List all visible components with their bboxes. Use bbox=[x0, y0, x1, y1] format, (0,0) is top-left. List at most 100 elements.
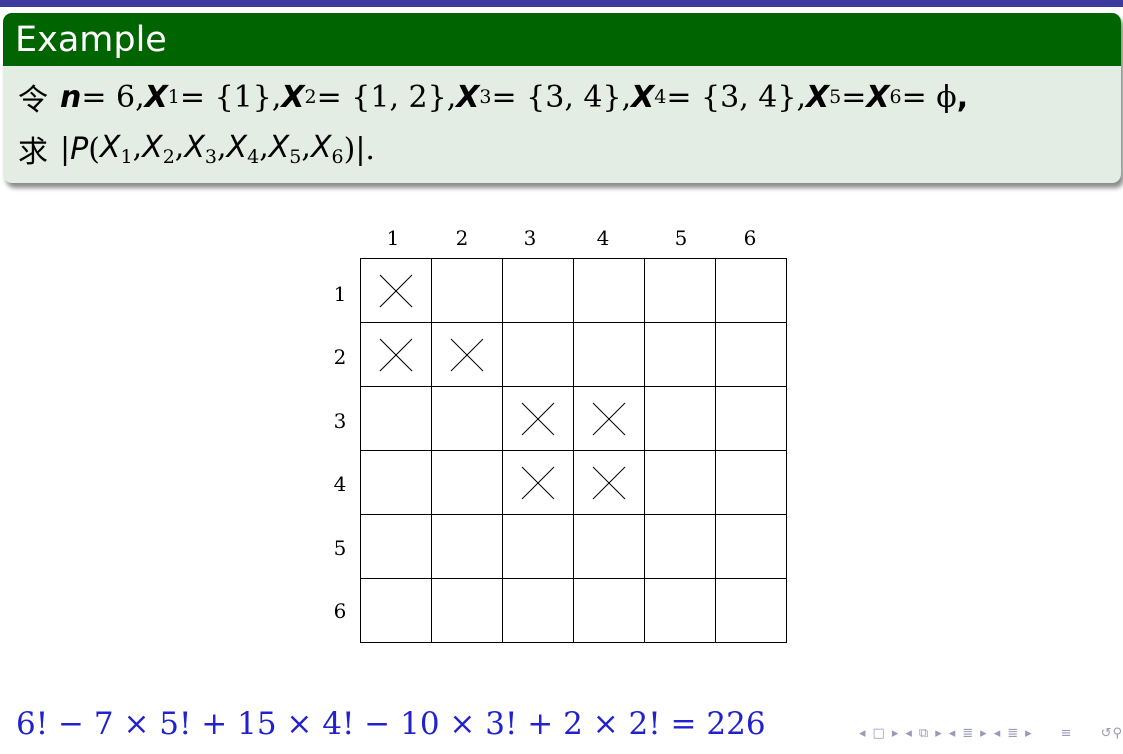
prev-subsection-icon[interactable]: ◂ bbox=[905, 726, 913, 741]
board-row bbox=[360, 386, 787, 451]
forbidden-cell bbox=[573, 386, 645, 451]
argument-separator: , bbox=[132, 130, 143, 165]
set-x2: X bbox=[281, 79, 305, 115]
section-icon[interactable]: ≣ bbox=[962, 726, 974, 741]
row-label: 6 bbox=[333, 599, 347, 623]
row-label: 2 bbox=[333, 345, 347, 369]
board-cell bbox=[360, 386, 432, 451]
set-x4-value: = {3, 4}, bbox=[666, 79, 806, 115]
prev-slide-icon[interactable]: ◂ bbox=[994, 726, 1002, 741]
board-row bbox=[360, 514, 787, 579]
column-label: 1 bbox=[386, 226, 400, 250]
board-cell bbox=[644, 258, 716, 323]
set-x5: X bbox=[806, 79, 830, 115]
function-p: P bbox=[70, 131, 89, 167]
block-title: Example bbox=[3, 13, 1121, 66]
beamer-navigation: ◂ □ ▸ ◂ ⧉ ▸ ◂ ≣ ▸ ◂ ≣ ▸ ≡ ↺⚲ bbox=[853, 726, 1123, 741]
board-cell bbox=[715, 322, 787, 387]
abs-close: |. bbox=[355, 131, 375, 167]
board-cell bbox=[644, 450, 716, 515]
set-x6-subscript: 6 bbox=[889, 86, 902, 108]
prev-frame-icon[interactable]: ◂ bbox=[859, 726, 867, 741]
frame-icon[interactable]: □ bbox=[873, 726, 886, 741]
cross-icon bbox=[379, 338, 413, 371]
set-x4-subscript: 4 bbox=[654, 86, 667, 108]
column-label: 3 bbox=[523, 226, 537, 250]
board-row bbox=[360, 450, 787, 515]
column-label: 6 bbox=[743, 226, 757, 250]
set-x5-subscript: 5 bbox=[829, 86, 842, 108]
prev-section-icon[interactable]: ◂ bbox=[949, 726, 957, 741]
forbidden-cell bbox=[431, 322, 503, 387]
board-cell bbox=[573, 578, 645, 643]
next-frame-icon[interactable]: ▸ bbox=[892, 726, 900, 741]
block-body: 令 n = 6, X1 = {1}, X2 = {1, 2}, X3 = {3,… bbox=[3, 66, 1121, 176]
result-formula: 6! − 7 × 5! + 15 × 4! − 10 × 3! + 2 × 2!… bbox=[16, 706, 766, 742]
n-value: = 6, bbox=[81, 79, 145, 115]
argument-x2: X bbox=[142, 130, 163, 165]
qiu-character: 求 bbox=[18, 135, 48, 170]
ling-character: 令 bbox=[18, 83, 48, 118]
set-x1-subscript: 1 bbox=[167, 86, 180, 108]
set-x6-value: = ϕ bbox=[901, 79, 957, 115]
forbidden-cell bbox=[573, 450, 645, 515]
next-slide-icon[interactable]: ▸ bbox=[1025, 726, 1033, 741]
board-cell bbox=[431, 386, 503, 451]
cross-icon bbox=[450, 338, 484, 371]
board-cell bbox=[431, 258, 503, 323]
argument-x2-subscript: 2 bbox=[162, 146, 175, 168]
argument-separator: , bbox=[216, 130, 227, 165]
paren-close: ) bbox=[343, 131, 356, 167]
set-x2-subscript: 2 bbox=[304, 86, 317, 108]
argument-list: X1,X2,X3,X4,X5,X6 bbox=[100, 130, 344, 168]
board-cell bbox=[573, 258, 645, 323]
board-cell bbox=[573, 514, 645, 579]
search-icon[interactable]: ↺⚲ bbox=[1101, 726, 1123, 741]
board-row bbox=[360, 258, 787, 323]
board-cell bbox=[431, 514, 503, 579]
board-cell bbox=[573, 322, 645, 387]
subsection-icon[interactable]: ⧉ bbox=[919, 726, 929, 741]
cross-icon bbox=[592, 402, 626, 435]
cross-icon bbox=[521, 402, 555, 435]
problem-statement-line: 令 n = 6, X1 = {1}, X2 = {1, 2}, X3 = {3,… bbox=[18, 70, 1121, 124]
argument-x4: X bbox=[226, 130, 248, 165]
forbidden-cell bbox=[360, 258, 432, 323]
row-label: 3 bbox=[333, 409, 347, 433]
argument-x6-subscript: 6 bbox=[331, 146, 344, 168]
board-grid bbox=[360, 258, 787, 643]
argument-x4-subscript: 4 bbox=[247, 146, 260, 168]
slide-icon[interactable]: ≣ bbox=[1007, 726, 1019, 741]
forbidden-cell bbox=[360, 322, 432, 387]
board-cell bbox=[431, 450, 503, 515]
board-cell bbox=[715, 258, 787, 323]
toc-icon[interactable]: ≡ bbox=[1061, 726, 1073, 741]
board-cell bbox=[715, 578, 787, 643]
equals-sign: = bbox=[841, 79, 867, 115]
row-label: 5 bbox=[333, 536, 347, 560]
board-cell bbox=[502, 578, 574, 643]
board-cell bbox=[502, 322, 574, 387]
argument-separator: , bbox=[174, 130, 185, 165]
column-label: 4 bbox=[596, 226, 610, 250]
board-cell bbox=[715, 450, 787, 515]
argument-x3: X bbox=[184, 130, 205, 165]
set-x1: X bbox=[144, 79, 168, 115]
set-x6: X bbox=[866, 79, 890, 115]
question-line: 求 | P ( X1,X2,X3,X4,X5,X6 ) |. bbox=[18, 122, 1121, 176]
board-cell bbox=[502, 258, 574, 323]
argument-x5: X bbox=[268, 130, 290, 165]
board-cell bbox=[360, 514, 432, 579]
argument-x3-subscript: 3 bbox=[204, 146, 217, 168]
cross-icon bbox=[592, 466, 626, 499]
abs-open: | bbox=[60, 131, 71, 167]
argument-x1: X bbox=[99, 130, 121, 165]
argument-x1-subscript: 1 bbox=[120, 146, 133, 168]
example-block: Example 令 n = 6, X1 = {1}, X2 = {1, 2}, … bbox=[3, 13, 1121, 183]
set-x4: X bbox=[631, 79, 655, 115]
argument-x5-subscript: 5 bbox=[289, 146, 302, 168]
next-section-icon[interactable]: ▸ bbox=[980, 726, 988, 741]
board-cell bbox=[360, 578, 432, 643]
board-row bbox=[360, 322, 787, 387]
next-subsection-icon[interactable]: ▸ bbox=[935, 726, 943, 741]
